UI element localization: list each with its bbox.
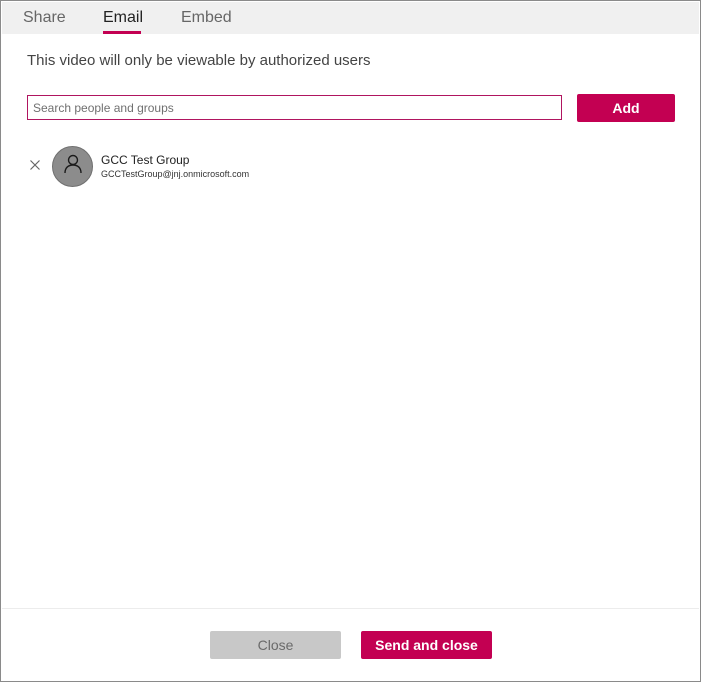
send-and-close-button[interactable]: Send and close: [361, 631, 492, 659]
search-input[interactable]: [27, 95, 562, 120]
close-button[interactable]: Close: [210, 631, 341, 659]
footer-divider: [2, 608, 699, 609]
close-icon[interactable]: [27, 157, 43, 173]
recipient-email: GCCTestGroup@jnj.onmicrosoft.com: [101, 169, 250, 179]
tab-embed[interactable]: Embed: [181, 2, 232, 34]
avatar: [52, 146, 93, 187]
tab-bar: Share Email Embed: [2, 2, 699, 34]
active-tab-indicator: [103, 31, 141, 34]
share-dialog: Share Email Embed This video will only b…: [0, 0, 701, 682]
recipient-name: GCC Test Group: [101, 153, 190, 167]
recipient-list-item: GCC Test Group GCCTestGroup@jnj.onmicros…: [27, 145, 427, 189]
authorization-notice: This video will only be viewable by auth…: [27, 52, 371, 69]
add-button[interactable]: Add: [577, 94, 675, 122]
tab-email[interactable]: Email: [103, 2, 143, 34]
tab-share[interactable]: Share: [23, 2, 66, 34]
person-icon: [62, 153, 84, 180]
